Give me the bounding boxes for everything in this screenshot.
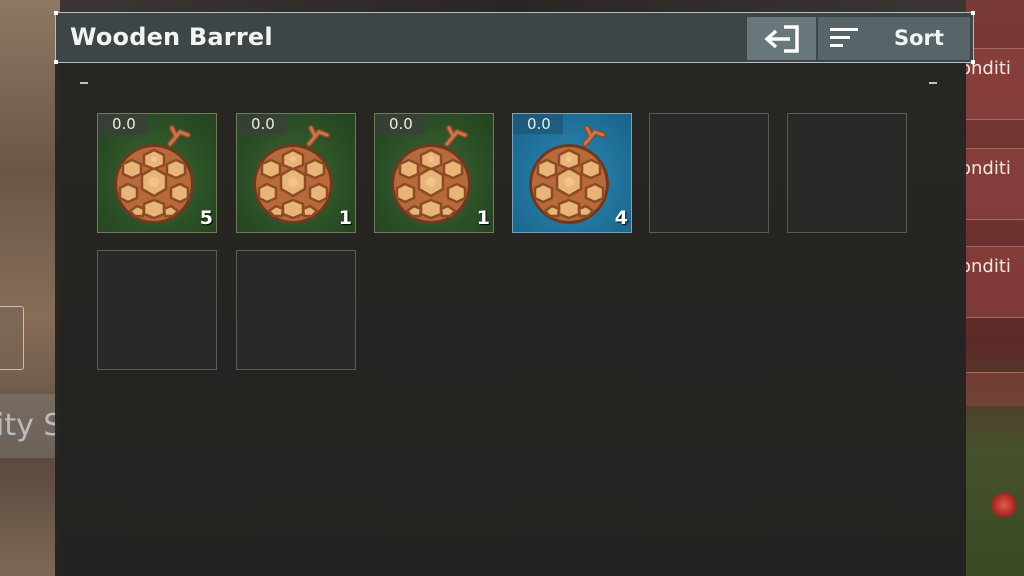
container-title: Wooden Barrel (70, 23, 273, 51)
cake-ball-icon (247, 122, 343, 226)
sort-button[interactable]: Sort (818, 17, 970, 60)
sort-label: Sort (894, 26, 944, 50)
inventory-slot[interactable]: 0.0 4 (512, 113, 632, 233)
container-header: Wooden Barrel Sort (54, 11, 975, 64)
cake-ball-icon (108, 122, 204, 226)
take-all-button[interactable] (747, 17, 816, 60)
background-top (60, 0, 966, 12)
inventory-slot[interactable]: 0.0 1 (236, 113, 356, 233)
inventory-slot[interactable]: 0.0 5 (97, 113, 217, 233)
background-right-panel: onditi onditi onditi (966, 0, 1024, 576)
cake-ball-icon (523, 122, 619, 226)
corner-marker (971, 11, 975, 15)
item-quantity: 1 (476, 207, 490, 229)
background-left-panel: ity S (0, 0, 60, 576)
divider-mark (929, 82, 937, 84)
exit-arrow-icon (763, 24, 799, 53)
sort-lines-icon (830, 28, 858, 47)
item-quantity: 1 (338, 207, 352, 229)
inventory-slot-empty[interactable] (236, 250, 356, 370)
inventory-slot-empty[interactable] (97, 250, 217, 370)
background-bracket (0, 306, 24, 370)
background-condition-row: onditi (966, 246, 1024, 318)
corner-marker (971, 60, 975, 64)
item-quantity: 4 (614, 207, 628, 229)
inventory-slot-empty[interactable] (787, 113, 907, 233)
corner-marker (54, 11, 58, 15)
flower-icon (990, 492, 1018, 518)
inventory-slot-empty[interactable] (649, 113, 769, 233)
corner-marker (54, 60, 58, 64)
container-panel: Wooden Barrel Sort 0.0 5 0.0 1 0.0 1 0.0… (54, 11, 975, 576)
background-condition-row: onditi (966, 148, 1024, 220)
background-condition-row: onditi (966, 48, 1024, 120)
divider-mark (80, 82, 88, 84)
inventory-slot[interactable]: 0.0 1 (374, 113, 494, 233)
item-quantity: 5 (199, 207, 213, 229)
background-left-text: ity S (0, 394, 60, 458)
background-row (966, 372, 1024, 406)
cake-ball-icon (385, 122, 481, 226)
